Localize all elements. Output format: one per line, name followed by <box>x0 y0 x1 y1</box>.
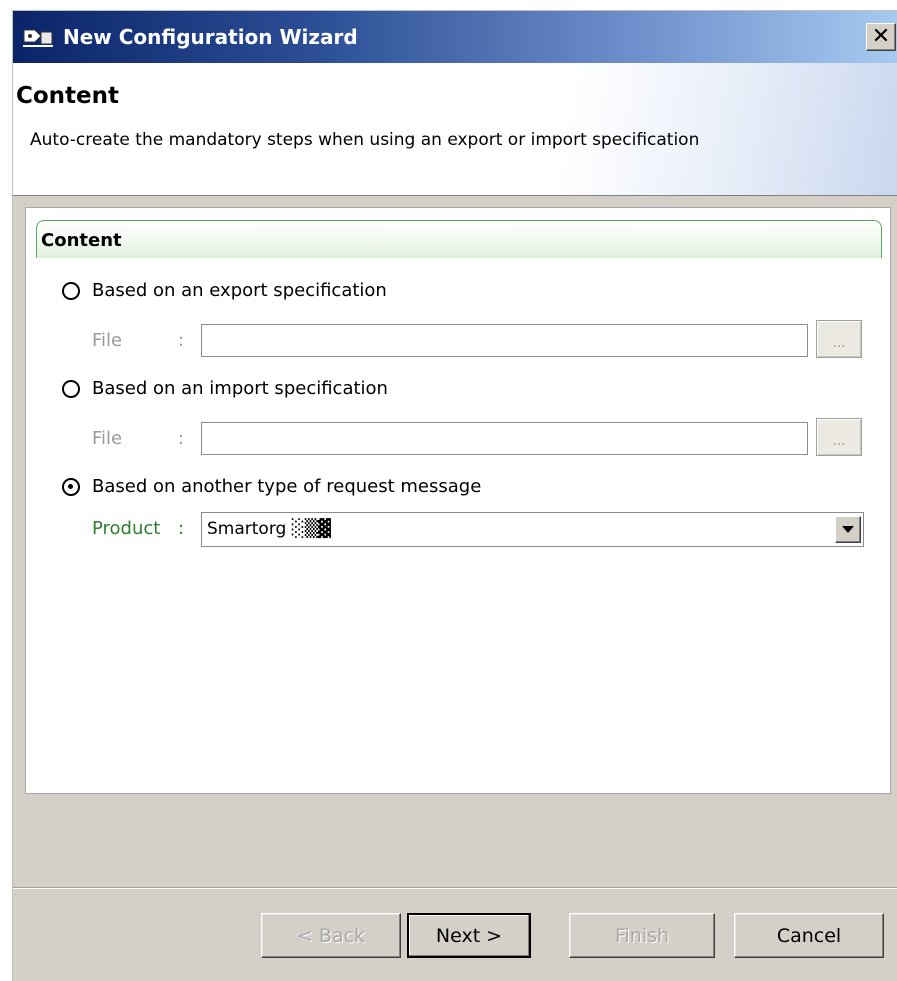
ellipsis-icon: ... <box>832 335 846 351</box>
back-button[interactable]: < Back <box>261 913 401 958</box>
chevron-down-icon[interactable] <box>835 516 861 543</box>
export-file-label: File <box>92 330 123 351</box>
radio-export-spec[interactable]: Based on an export specification <box>62 280 387 301</box>
radio-export-spec-label: Based on an export specification <box>92 280 387 301</box>
close-icon: ✕ <box>871 24 891 49</box>
product-label: Product <box>92 518 161 539</box>
product-colon: : <box>178 518 185 539</box>
radio-import-spec-label: Based on an import specification <box>92 378 388 399</box>
cancel-button[interactable]: Cancel <box>734 913 884 958</box>
import-browse-button[interactable]: ... <box>816 418 862 456</box>
radio-other-request-label: Based on another type of request message <box>92 476 482 497</box>
export-file-input[interactable] <box>201 324 808 357</box>
window-title: New Configuration Wizard <box>63 25 358 49</box>
import-file-label: File <box>92 428 123 449</box>
wizard-window: New Configuration Wizard ✕ Content Auto-… <box>12 10 897 981</box>
radio-button-icon[interactable] <box>62 281 80 300</box>
finish-button[interactable]: Finish <box>569 913 715 958</box>
content-panel: Content Based on an export specification… <box>25 207 891 794</box>
export-browse-button[interactable]: ... <box>816 320 862 358</box>
radio-other-request[interactable]: Based on another type of request message <box>62 476 481 497</box>
radio-import-spec[interactable]: Based on an import specification <box>62 378 388 399</box>
footer-divider <box>13 887 897 889</box>
import-file-colon: : <box>178 428 185 449</box>
ellipsis-icon: ... <box>832 433 846 449</box>
wizard-header: Content Auto-create the mandatory steps … <box>13 63 897 196</box>
next-button[interactable]: Next > <box>407 913 531 958</box>
title-bar[interactable]: New Configuration Wizard ✕ <box>13 11 897 63</box>
page-title: Content <box>16 83 120 109</box>
content-group-title: Content <box>41 230 122 251</box>
wizard-app-icon <box>21 24 55 50</box>
product-select[interactable]: Smartorg ░▒▓ <box>201 512 864 547</box>
page-description: Auto-create the mandatory steps when usi… <box>30 130 700 150</box>
product-select-value: Smartorg ░▒▓ <box>207 519 331 539</box>
radio-button-checked-icon[interactable] <box>62 477 80 496</box>
content-group-header: Content <box>36 220 882 258</box>
export-file-colon: : <box>178 330 185 351</box>
radio-button-icon[interactable] <box>62 379 80 398</box>
import-file-input[interactable] <box>201 422 808 455</box>
close-button[interactable]: ✕ <box>866 23 896 51</box>
